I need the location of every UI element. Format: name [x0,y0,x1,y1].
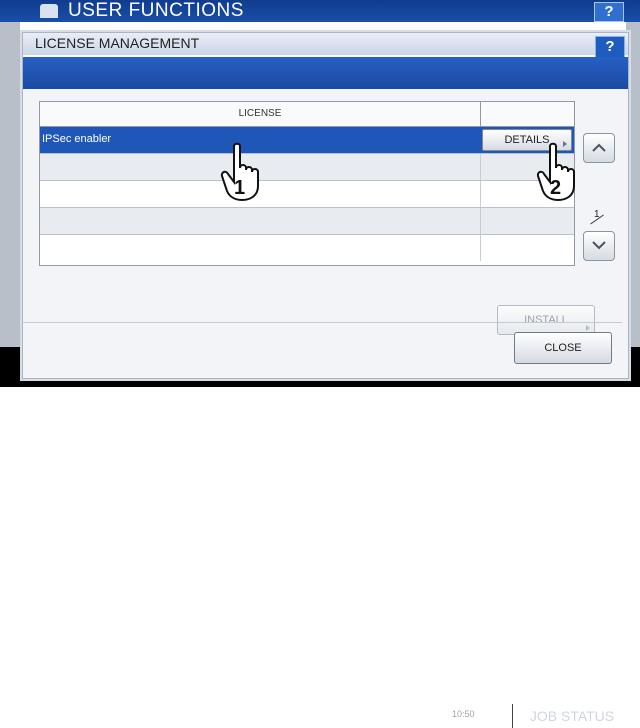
table-row[interactable] [40,208,574,235]
header-divider [480,102,481,126]
close-button[interactable]: CLOSE [514,332,612,364]
install-arrow-icon [586,325,590,331]
license-column-header: LICENSE [238,108,282,119]
pointing-hand-step-2-icon: 2 [536,142,575,202]
install-button[interactable]: INSTALL [497,305,595,335]
background-title-bar: USER FUNCTIONS [0,0,640,22]
job-status-button[interactable]: JOB STATUS [512,704,631,728]
page-up-button[interactable] [583,133,615,163]
pointing-hand-step-1-icon: 1 [220,142,259,202]
table-row[interactable] [40,181,574,208]
column-divider [480,154,481,180]
dialog-divider [22,322,622,323]
license-management-dialog: LICENSE MANAGEMENT ? LICENSE IPSec enabl… [22,32,629,379]
column-divider [480,181,481,207]
background-help-button[interactable]: ? [594,2,624,22]
dialog-title-bar: LICENSE MANAGEMENT [23,33,628,55]
install-label: INSTALL [524,314,568,326]
dialog-header-band [23,57,628,89]
license-table: LICENSE IPSec enabler DETAILS [39,101,575,266]
page-down-button[interactable] [583,231,615,261]
table-row[interactable] [40,154,574,181]
dialog-help-button[interactable]: ? [595,36,625,58]
column-divider [480,208,481,234]
table-row[interactable] [40,235,574,261]
background-title: USER FUNCTIONS [68,0,244,21]
chevron-up-icon [592,143,606,152]
chevron-down-icon [592,241,606,250]
background-left-panel [0,22,20,347]
step-2-number: 2 [550,177,561,199]
table-header: LICENSE [40,102,574,127]
column-divider [480,235,481,261]
license-name: IPSec enabler [42,133,112,145]
dialog-title: LICENSE MANAGEMENT [35,35,200,51]
step-1-number: 1 [234,177,245,199]
clock-time: 10:50 [452,709,475,719]
table-row[interactable]: IPSec enabler DETAILS [40,127,574,154]
printer-logo-icon [40,4,58,18]
